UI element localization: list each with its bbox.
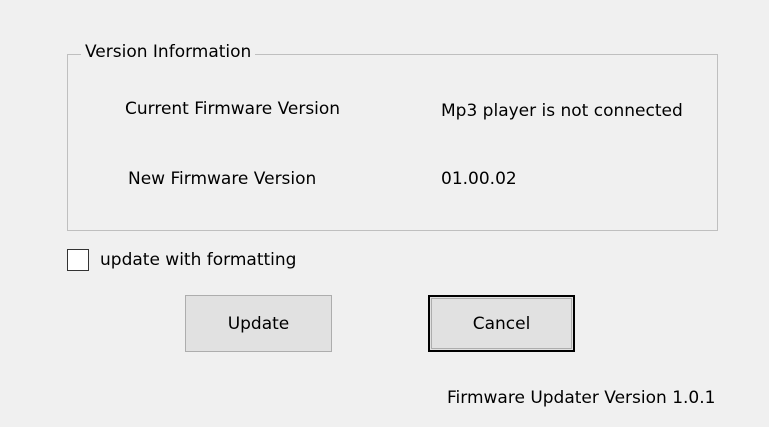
new-firmware-value: 01.00.02 bbox=[441, 169, 517, 189]
format-checkbox[interactable] bbox=[67, 249, 89, 271]
cancel-button[interactable]: Cancel bbox=[428, 295, 575, 352]
current-firmware-value: Mp3 player is not connected bbox=[441, 101, 683, 121]
format-checkbox-label[interactable]: update with formatting bbox=[100, 249, 296, 271]
update-button[interactable]: Update bbox=[185, 295, 332, 352]
version-information-group bbox=[67, 54, 718, 231]
version-information-title: Version Information bbox=[81, 41, 256, 63]
new-firmware-label: New Firmware Version bbox=[128, 169, 317, 189]
current-firmware-label: Current Firmware Version bbox=[125, 99, 341, 119]
updater-version-text: Firmware Updater Version 1.0.1 bbox=[447, 388, 716, 408]
